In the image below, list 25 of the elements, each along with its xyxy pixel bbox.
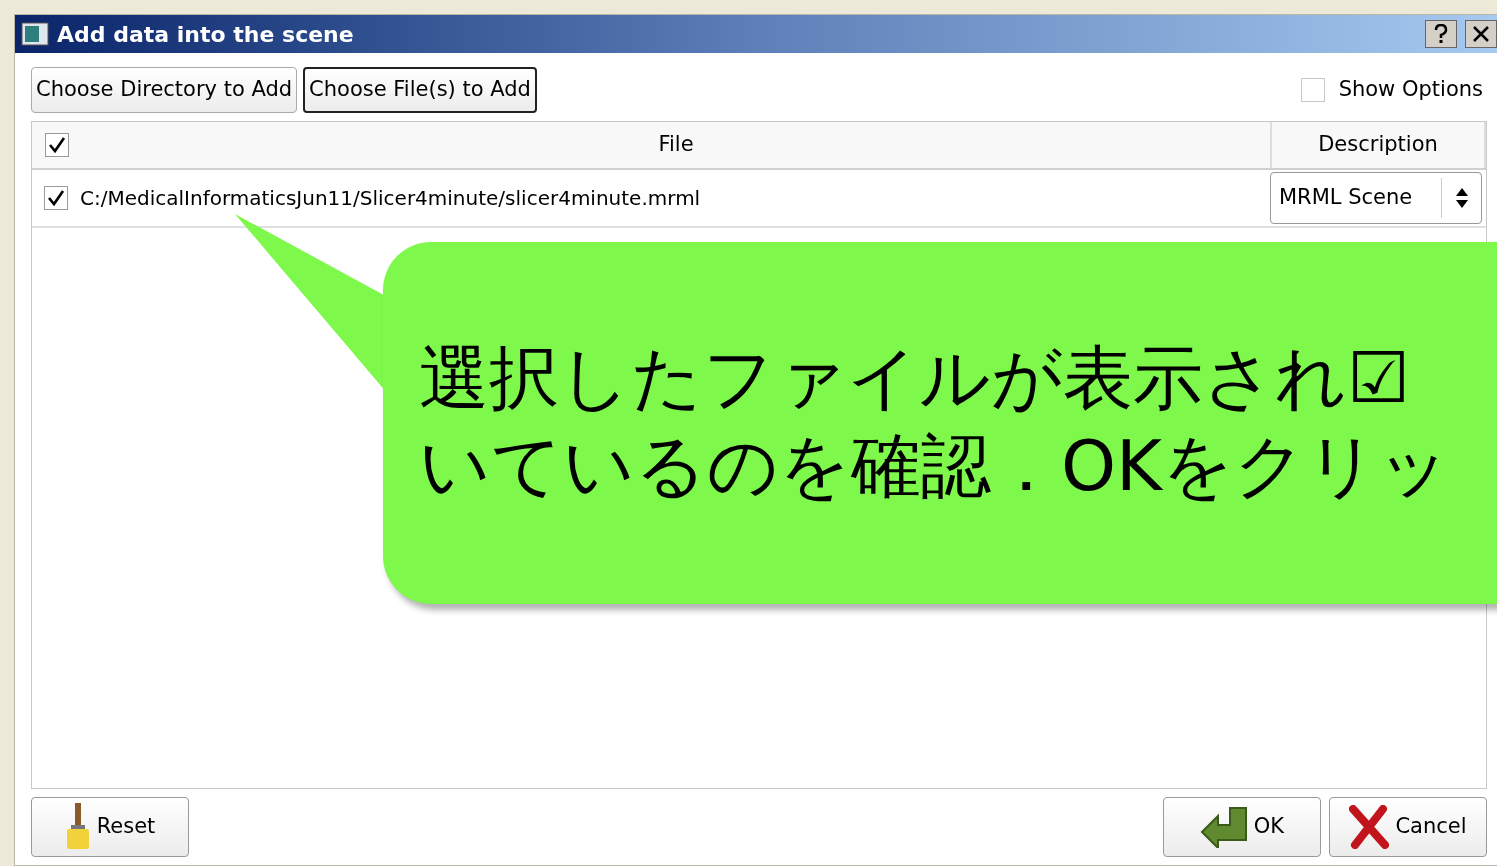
select-all-checkbox[interactable]: [45, 133, 69, 157]
close-icon: [1472, 25, 1490, 43]
help-icon: [1434, 24, 1448, 44]
reset-button[interactable]: Reset: [31, 797, 189, 857]
window-title: Add data into the scene: [57, 20, 355, 49]
up-down-arrows-icon: [1454, 187, 1469, 209]
cancel-button[interactable]: Cancel: [1329, 797, 1487, 857]
callout-text: いているのを確認．OKをクリッ: [419, 424, 1451, 509]
file-path: C:/MedicalInformaticsJun11/Slicer4minute/slicer4minute.mrml: [80, 185, 702, 212]
cross-icon: [1349, 805, 1390, 849]
paintbrush-icon: [64, 803, 91, 851]
column-header[interactable]: File: [658, 129, 694, 161]
callout-text: 選択したファイルが表示され☑: [419, 336, 1411, 421]
return-arrow-icon: [1199, 806, 1248, 848]
show-options-label: Show Options: [1338, 76, 1483, 104]
help-button[interactable]: [1425, 20, 1457, 48]
close-button[interactable]: [1465, 20, 1497, 48]
row-checkbox[interactable]: [44, 186, 68, 210]
ok-button[interactable]: OK: [1163, 797, 1321, 857]
show-options-checkbox[interactable]: [1300, 78, 1325, 102]
column-header[interactable]: Description: [1318, 129, 1438, 161]
window-icon: [21, 22, 49, 46]
choose-button[interactable]: Choose File(s) to Add: [303, 67, 537, 113]
choose-button[interactable]: Choose Directory to Add: [31, 67, 298, 113]
description-dropdown[interactable]: MRML Scene: [1270, 172, 1482, 224]
